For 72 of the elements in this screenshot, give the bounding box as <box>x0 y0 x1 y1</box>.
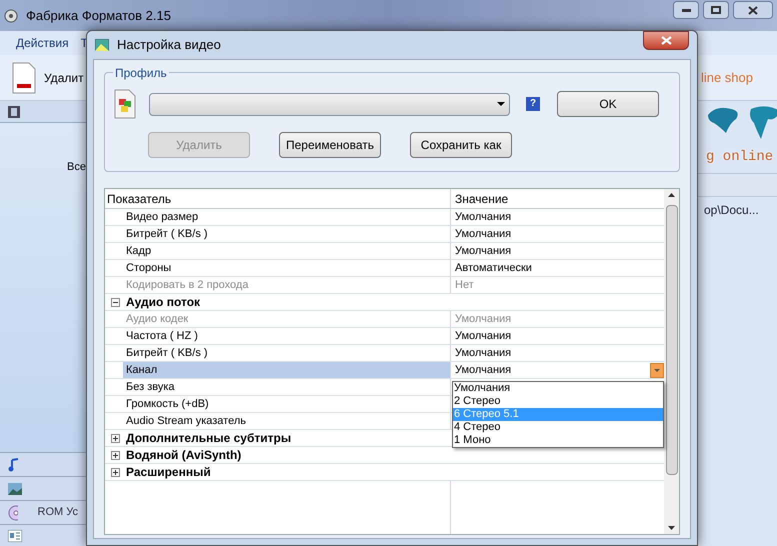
property-value[interactable]: Умолчания <box>451 226 512 242</box>
profile-dropdown[interactable] <box>149 92 510 116</box>
profile-button[interactable]: Сохранить как <box>410 132 512 158</box>
column-header[interactable]: Показатель <box>105 189 451 208</box>
maximize-button[interactable] <box>703 1 729 19</box>
group-header[interactable]: Дополнительные субтитры <box>125 430 292 446</box>
scroll-down-icon <box>668 526 675 530</box>
list-icon <box>8 530 22 542</box>
app-icon <box>4 8 18 22</box>
dropdown-option[interactable]: 1 Моно <box>453 434 663 447</box>
close-button[interactable] <box>733 1 773 19</box>
scroll-up-icon <box>668 193 675 197</box>
image-icon <box>8 482 22 494</box>
caret-icon <box>654 368 660 372</box>
property-value[interactable]: Умолчания <box>451 362 512 378</box>
property-value[interactable]: Умолчания <box>451 328 512 344</box>
ok-button[interactable]: OK <box>557 91 659 117</box>
profile-button[interactable]: Переименовать <box>279 132 381 158</box>
collapse-icon[interactable] <box>110 298 120 306</box>
minimize-button[interactable] <box>673 1 699 19</box>
group-header[interactable]: Аудио поток <box>125 294 200 310</box>
sidebar-tab[interactable] <box>0 452 86 476</box>
close-icon <box>660 36 672 45</box>
column-header[interactable]: Значение <box>451 189 664 208</box>
dialog-title: Настройка видео <box>117 36 221 54</box>
scrollbar[interactable] <box>664 189 679 534</box>
property-value[interactable]: Умолчания <box>451 344 512 362</box>
minimize-icon <box>682 8 690 12</box>
property-name[interactable]: Канал <box>123 362 451 378</box>
dropdown-button[interactable] <box>650 362 664 378</box>
film-icon <box>8 106 20 118</box>
banner-text: g online <box>706 148 774 167</box>
sidebar-tab[interactable] <box>0 524 86 546</box>
property-name[interactable]: Битрейт ( KB/s ) <box>123 345 451 361</box>
close-icon <box>748 6 758 14</box>
sidebar-label: ROM Ус <box>38 505 78 520</box>
dropdown-option[interactable]: 4 Стерео <box>453 421 663 434</box>
help-button[interactable]: ? <box>526 97 540 111</box>
property-name[interactable]: Стороны <box>123 260 451 276</box>
sidebar-tab[interactable]: ROM Ус <box>0 500 86 524</box>
scrollbar-thumb[interactable] <box>666 204 678 474</box>
property-name[interactable]: Видео размер <box>123 209 451 225</box>
property-name[interactable]: Частота ( HZ ) <box>123 328 451 344</box>
menu-item[interactable]: Действия <box>16 34 69 52</box>
property-value[interactable]: Умолчания <box>451 242 512 260</box>
property-value[interactable]: Умолчания <box>451 208 512 226</box>
sidebar-header[interactable] <box>0 101 86 123</box>
close-button[interactable] <box>643 31 689 50</box>
dropdown-option[interactable]: 2 Стерео <box>453 395 663 408</box>
music-note-icon <box>8 458 20 472</box>
property-name[interactable]: Без звука <box>123 379 451 395</box>
property-name[interactable]: Кадр <box>123 243 451 259</box>
banner-text: line shop <box>700 68 753 87</box>
window-title: Фабрика Форматов 2.15 <box>26 6 171 25</box>
profile-icon <box>113 89 137 119</box>
picture-icon <box>95 39 109 51</box>
toolbar-label[interactable]: Удалит <box>44 68 84 86</box>
group-header[interactable]: Водяной (AviSynth) <box>125 447 242 463</box>
property-name[interactable]: Битрейт ( KB/s ) <box>123 226 451 242</box>
file-path: op\Docu... <box>704 202 759 219</box>
document-icon <box>12 62 36 94</box>
property-value[interactable]: Автоматически <box>451 260 532 276</box>
group-header[interactable]: Расширенный <box>125 464 211 480</box>
expand-icon[interactable] <box>110 468 120 476</box>
dropdown-option[interactable]: Умолчания <box>453 382 663 395</box>
expand-icon[interactable] <box>110 434 120 442</box>
property-name[interactable]: Громкость (+dB) <box>123 396 451 412</box>
property-name[interactable]: Audio Stream указатель <box>123 413 451 429</box>
sidebar-tab[interactable] <box>0 476 86 500</box>
maximize-icon <box>711 6 721 14</box>
sidebar-label: Все <box>67 160 86 175</box>
expand-icon[interactable] <box>110 450 120 460</box>
